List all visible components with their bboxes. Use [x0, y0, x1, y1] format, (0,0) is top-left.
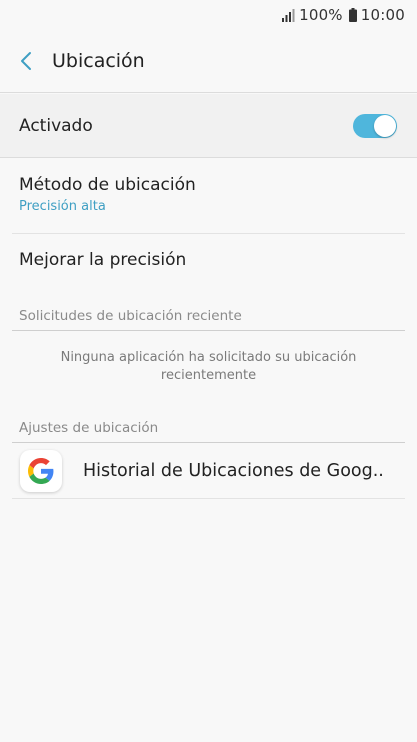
location-toggle-switch[interactable]	[353, 113, 397, 138]
google-icon	[20, 450, 62, 492]
master-switch-row[interactable]: Activado	[0, 94, 417, 157]
back-arrow-icon[interactable]	[16, 50, 38, 72]
recent-requests-header: Solicitudes de ubicación reciente	[19, 308, 242, 324]
location-method-item[interactable]: Método de ubicación Precisión alta	[0, 175, 417, 214]
status-time: 10:00	[360, 6, 405, 24]
improve-accuracy-item[interactable]: Mejorar la precisión	[0, 250, 417, 270]
google-item-divider	[12, 498, 405, 499]
location-method-divider	[12, 233, 405, 234]
empty-message-line-2: recientemente	[160, 368, 257, 383]
master-switch-divider	[0, 157, 417, 158]
master-switch-label: Activado	[19, 115, 93, 136]
app-bar-divider	[0, 92, 417, 93]
signal-icon	[282, 9, 295, 22]
empty-message-line-1: Ninguna aplicación ha solicitado su ubic…	[60, 350, 357, 365]
recent-requests-divider	[12, 330, 405, 331]
location-settings-divider	[12, 442, 405, 443]
google-logo-icon	[28, 458, 54, 484]
battery-percent: 100%	[299, 6, 343, 24]
google-location-history-label: Historial de Ubicaciones de Goog..	[83, 461, 384, 481]
location-method-title: Método de ubicación	[19, 175, 196, 195]
recent-requests-empty-message: Ninguna aplicación ha solicitado su ubic…	[30, 349, 387, 385]
app-bar: Ubicación	[0, 30, 417, 92]
location-method-value: Precisión alta	[19, 199, 106, 214]
toggle-knob	[374, 114, 396, 137]
location-settings-header: Ajustes de ubicación	[19, 420, 159, 436]
battery-icon	[348, 8, 357, 22]
google-location-history-item[interactable]: Historial de Ubicaciones de Goog..	[0, 445, 417, 497]
status-bar: 100% 10:00	[0, 0, 417, 30]
improve-accuracy-title: Mejorar la precisión	[19, 250, 187, 270]
page-title: Ubicación	[52, 50, 145, 72]
